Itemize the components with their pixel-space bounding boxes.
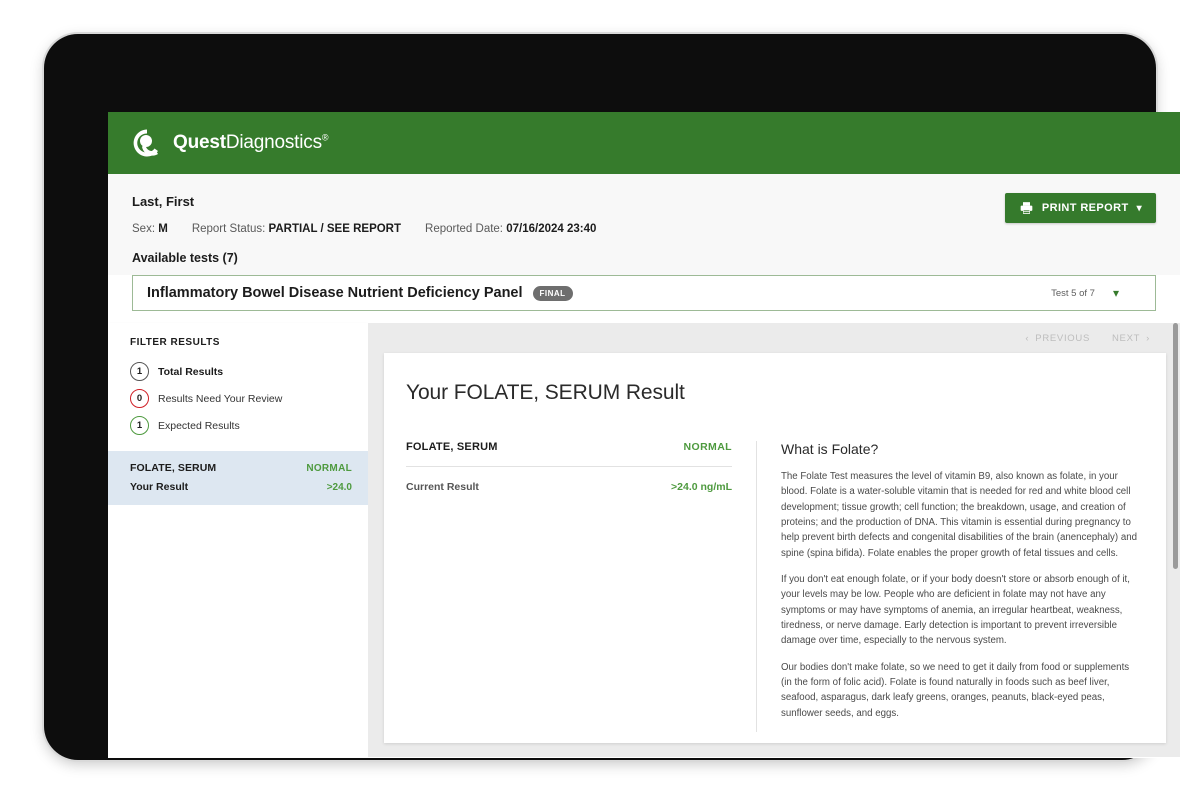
- filter-results-heading: FILTER RESULTS: [130, 337, 220, 348]
- brand-name-light: Diagnostics: [225, 132, 322, 153]
- result-test-name: FOLATE, SERUM: [406, 441, 498, 453]
- print-report-label: PRINT REPORT: [1041, 202, 1129, 214]
- result-name-row: FOLATE, SERUM NORMAL: [406, 441, 732, 453]
- patient-name: Last, First: [132, 194, 195, 209]
- chevron-down-icon[interactable]: ▾: [1113, 286, 1119, 300]
- divider: [406, 466, 732, 467]
- next-result-button[interactable]: NEXT ›: [1112, 333, 1150, 344]
- filter-rail: FILTER RESULTS 1 Total Results 0 Results…: [108, 323, 368, 758]
- printer-icon: [1020, 202, 1033, 214]
- result-pane: ‹ PREVIOUS NEXT › Your FOLATE, SERUM Res…: [368, 323, 1180, 757]
- device-screen: QuestDiagnostics® Last, First Sex: M Rep…: [108, 112, 1180, 758]
- test-panel-title: Inflammatory Bowel Disease Nutrient Defi…: [147, 285, 523, 301]
- previous-result-button[interactable]: ‹ PREVIOUS: [1025, 333, 1090, 344]
- info-paragraph: If you don't eat enough folate, or if yo…: [781, 573, 1130, 647]
- filter-item-label: Total Results: [158, 365, 224, 378]
- print-report-button[interactable]: PRINT REPORT ▾: [1004, 193, 1156, 223]
- filter-results-panel: FILTER RESULTS 1 Total Results 0 Results…: [108, 323, 368, 451]
- current-result-row: Current Result >24.0 ng/mL: [406, 481, 732, 493]
- reported-date: Reported Date: 07/16/2024 23:40: [425, 223, 596, 235]
- available-tests-heading: Available tests (7): [132, 251, 238, 265]
- previous-label: PREVIOUS: [1035, 332, 1090, 344]
- filter-item-label: Expected Results: [158, 419, 240, 432]
- info-paragraph: The Folate Test measures the level of vi…: [781, 471, 1137, 559]
- result-list-item-sub-value: >24.0: [326, 482, 352, 493]
- patient-meta: Sex: M Report Status: PARTIAL / SEE REPO…: [132, 223, 1156, 235]
- filter-rail-filler: [108, 505, 368, 758]
- result-list-item-flag: NORMAL: [306, 463, 352, 474]
- result-list-item-sub-label: Your Result: [130, 481, 189, 493]
- quest-swirl-logo-icon: [133, 129, 158, 157]
- filter-count-badge: 1: [130, 416, 149, 435]
- filter-item-total-results[interactable]: 1 Total Results: [108, 358, 368, 385]
- result-list-item-name: FOLATE, SERUM: [130, 462, 217, 474]
- chevron-left-icon: ‹: [1025, 332, 1030, 344]
- filter-count-badge: 1: [130, 362, 149, 381]
- patient-sex: Sex: M: [132, 223, 168, 235]
- current-result-value: >24.0 ng/mL: [671, 481, 732, 493]
- registered-mark: ®: [321, 132, 329, 143]
- patient-info-bar: Last, First Sex: M Report Status: PARTIA…: [108, 174, 1180, 275]
- filter-item-needs-review[interactable]: 0 Results Need Your Review: [108, 385, 368, 412]
- pager: ‹ PREVIOUS NEXT ›: [368, 323, 1166, 353]
- reported-date-value: 07/16/2024 23:40: [506, 223, 597, 235]
- test-counter: Test 5 of 7: [1051, 287, 1095, 299]
- device-frame: QuestDiagnostics® Last, First Sex: M Rep…: [44, 34, 1180, 760]
- brand-name-bold: Quest: [173, 132, 226, 153]
- current-result-label: Current Result: [406, 481, 479, 493]
- vertical-scrollbar[interactable]: [1173, 323, 1178, 569]
- report-status: Report Status: PARTIAL / SEE REPORT: [192, 223, 401, 235]
- report-status-value: PARTIAL / SEE REPORT: [268, 223, 402, 235]
- result-detail-card: Your FOLATE, SERUM Result FOLATE, SERUM …: [384, 353, 1166, 743]
- chevron-right-icon: ›: [1146, 332, 1150, 344]
- filter-item-expected-results[interactable]: 1 Expected Results: [108, 412, 368, 439]
- status-badge: NORMAL: [683, 441, 732, 453]
- patient-sex-value: M: [158, 223, 168, 235]
- filter-count-badge: 0: [130, 389, 149, 408]
- test-selector-bar[interactable]: Inflammatory Bowel Disease Nutrient Defi…: [132, 275, 1156, 311]
- info-panel: What is Folate? The Folate Test measures…: [756, 441, 1160, 732]
- info-paragraph: Our bodies don't make folate, so we need…: [781, 661, 1130, 719]
- page-title: Your FOLATE, SERUM Result: [406, 381, 685, 404]
- info-panel-heading: What is Folate?: [781, 441, 879, 457]
- report-status-label: Report Status:: [191, 223, 266, 235]
- chevron-down-icon: ▾: [1136, 202, 1142, 214]
- brand-header: QuestDiagnostics®: [108, 112, 1180, 174]
- result-columns: FOLATE, SERUM NORMAL Current Result >24.…: [384, 405, 1166, 732]
- result-list-item-header: FOLATE, SERUM NORMAL: [130, 462, 352, 474]
- result-list-item[interactable]: FOLATE, SERUM NORMAL Your Result >24.0: [108, 451, 368, 505]
- next-label: NEXT: [1111, 332, 1141, 344]
- filter-item-label: Results Need Your Review: [158, 392, 283, 405]
- test-status-badge: FINAL: [532, 285, 573, 301]
- patient-sex-label: Sex:: [132, 223, 156, 235]
- reported-date-label: Reported Date:: [425, 223, 504, 235]
- brand-wordmark: QuestDiagnostics®: [173, 132, 329, 154]
- result-values-column: FOLATE, SERUM NORMAL Current Result >24.…: [384, 441, 756, 732]
- result-list-item-value-row: Your Result >24.0: [130, 474, 352, 493]
- content-area: FILTER RESULTS 1 Total Results 0 Results…: [108, 323, 1180, 758]
